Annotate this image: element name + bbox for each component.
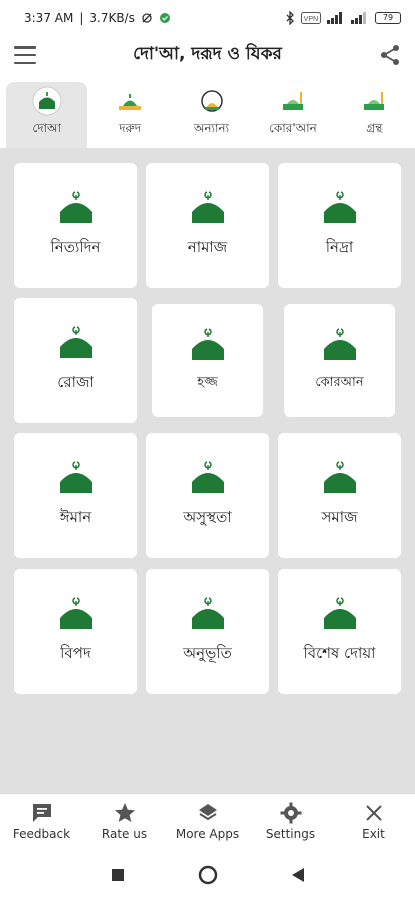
category-label: বিশেষ দোয়া — [303, 644, 376, 662]
mosque-icon — [191, 597, 224, 629]
sync-off-icon — [142, 13, 152, 23]
category-card[interactable]: অসুস্থতা — [146, 433, 269, 558]
menu-icon[interactable] — [14, 46, 36, 64]
category-card[interactable]: নামাজ — [146, 163, 269, 288]
category-label: সমাজ — [321, 508, 358, 526]
vpn-icon: VPN — [301, 12, 321, 24]
circle-icon — [198, 865, 217, 884]
more-apps-button[interactable]: More Apps — [168, 802, 248, 841]
category-label: নিদ্রা — [325, 238, 354, 256]
category-card[interactable]: ঈমান — [14, 433, 137, 558]
mosque-icon — [59, 191, 92, 223]
mosque-icon — [191, 461, 224, 493]
category-label: নিত্যদিন — [50, 238, 101, 256]
category-label: রোজা — [57, 373, 94, 391]
tab-label: গ্রন্থ — [366, 121, 383, 135]
rate-us-label: Rate us — [101, 827, 148, 841]
home-button[interactable] — [198, 865, 218, 885]
layers-icon — [198, 804, 217, 821]
category-card[interactable]: রোজা — [14, 298, 137, 423]
system-navigation-bar — [0, 849, 415, 900]
quran-tab-icon — [282, 92, 303, 110]
mosque-icon — [59, 326, 92, 358]
bluetooth-icon — [286, 11, 294, 25]
mosque-icon — [59, 597, 92, 629]
gear-icon — [280, 802, 301, 824]
mosque-icon — [191, 191, 224, 223]
category-label: কোরআন — [315, 375, 364, 390]
shield-check-icon — [159, 13, 170, 23]
mosque-icon — [323, 461, 356, 493]
star-icon — [114, 803, 135, 822]
tab-dua[interactable]: দোআ — [6, 82, 88, 148]
category-label: হজ্জ — [197, 375, 218, 390]
signal-icon-2 — [351, 12, 366, 24]
category-card[interactable]: সমাজ — [278, 433, 401, 558]
mosque-icon — [323, 191, 356, 223]
close-icon — [365, 805, 382, 821]
category-card[interactable]: নিদ্রা — [278, 163, 401, 288]
category-card[interactable]: বিপদ — [14, 569, 137, 694]
more-apps-label: More Apps — [175, 827, 240, 841]
category-label: নামাজ — [187, 238, 228, 256]
dua-tab-icon — [32, 86, 62, 116]
rate-us-button[interactable]: Rate us — [85, 802, 165, 841]
page-title: দো'আ, দরূদ ও যিকর — [133, 44, 282, 64]
others-tab-icon — [200, 90, 223, 112]
app-bar: দো'আ, দরূদ ও যিকর — [0, 36, 415, 74]
category-label: বিপদ — [60, 644, 91, 662]
category-card[interactable]: হজ্জ — [152, 304, 263, 417]
status-divider: | — [79, 11, 84, 25]
category-card[interactable]: বিশেষ দোয়া — [278, 569, 401, 694]
exit-button[interactable]: Exit — [334, 802, 414, 841]
tab-label: অন্যান্য — [193, 121, 230, 135]
status-bar: 3:37 AM | 3.7KB/s VPN 79 — [0, 0, 415, 36]
settings-label: Settings — [265, 827, 316, 841]
mosque-icon — [59, 461, 92, 493]
durud-tab-icon — [119, 94, 142, 110]
triangle-back-icon — [291, 867, 304, 882]
settings-button[interactable]: Settings — [251, 802, 331, 841]
bottom-toolbar: Feedback Rate us More Apps Settings Exit — [0, 793, 415, 849]
recents-button[interactable] — [108, 865, 128, 885]
tab-books[interactable]: গ্রন্থ — [334, 78, 415, 148]
category-label: অনুভূতি — [183, 644, 232, 662]
tab-label: কোর'আন — [269, 121, 317, 135]
mosque-icon — [323, 328, 356, 360]
category-card[interactable]: কোরআন — [284, 304, 395, 417]
svg-text:VPN: VPN — [304, 16, 318, 23]
feedback-button[interactable]: Feedback — [2, 802, 82, 841]
books-tab-icon — [364, 92, 385, 110]
tab-durud[interactable]: দরুদ — [89, 78, 170, 148]
tab-others[interactable]: অন্যান্য — [171, 78, 252, 148]
square-icon — [111, 868, 124, 881]
mosque-icon — [191, 328, 224, 360]
signal-icon — [327, 12, 342, 24]
category-label: ঈমান — [59, 508, 92, 526]
share-icon[interactable] — [379, 44, 401, 66]
tab-label: দোআ — [32, 121, 62, 135]
feedback-icon — [32, 804, 51, 822]
tab-quran[interactable]: কোর'আন — [252, 78, 333, 148]
status-time: 3:37 AM — [24, 11, 74, 25]
back-button[interactable] — [288, 865, 308, 885]
exit-label: Exit — [362, 827, 385, 841]
category-grid: নিত্যদিন নামাজ নিদ্রা রোজা হজ্জ কোরআন ঈম… — [0, 148, 415, 793]
category-card[interactable]: নিত্যদিন — [14, 163, 137, 288]
category-label: অসুস্থতা — [183, 508, 232, 526]
category-tabs: দোআ দরুদ অন্যান্য কোর'আন গ্রন্থ — [0, 78, 415, 148]
battery-icon: 79 — [375, 12, 401, 24]
status-speed: 3.7KB/s — [89, 11, 135, 25]
tab-label: দরুদ — [119, 121, 142, 135]
mosque-icon — [323, 597, 356, 629]
category-card[interactable]: অনুভূতি — [146, 569, 269, 694]
feedback-label: Feedback — [12, 827, 71, 841]
